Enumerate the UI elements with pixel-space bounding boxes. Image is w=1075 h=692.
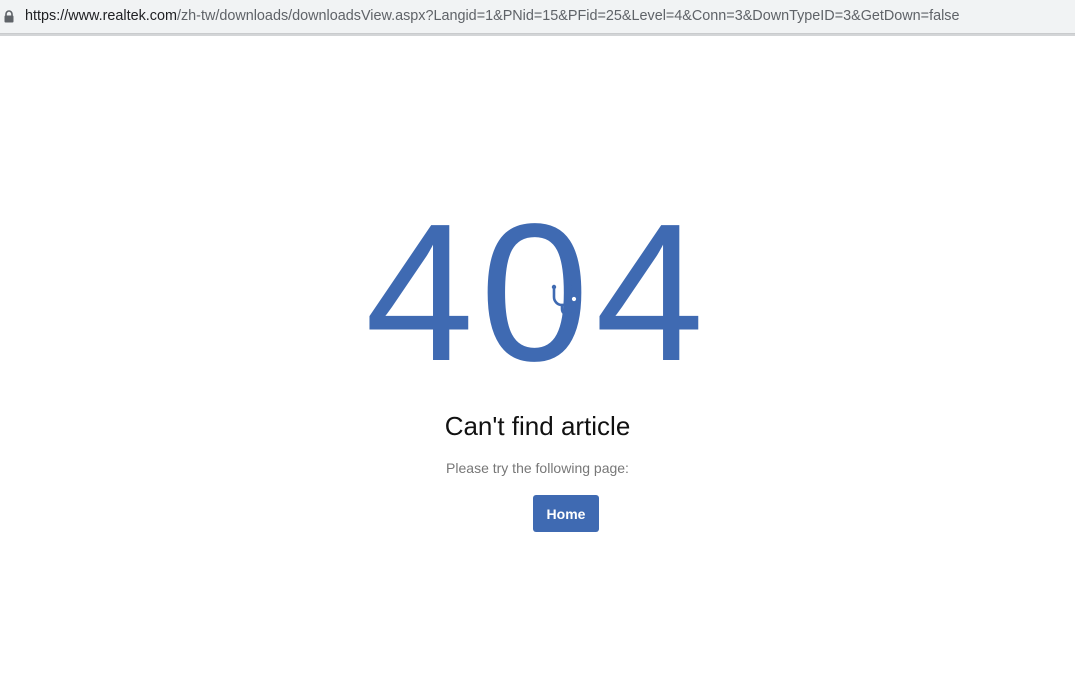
error-digit-1: 4	[364, 183, 480, 402]
page-content: 404 Can't find article Please try the fo…	[0, 36, 1075, 692]
url-path: /zh-tw/downloads/downloadsView.aspx?Lang…	[176, 8, 960, 24]
error-code: 404	[0, 183, 1075, 402]
home-button[interactable]: Home	[533, 495, 599, 532]
stethoscope-icon	[551, 284, 579, 317]
error-digit-3: 4	[595, 183, 711, 402]
lock-icon[interactable]	[4, 10, 14, 23]
url-host: https://www.realtek.com	[25, 8, 177, 24]
address-bar[interactable]: https://www.realtek.com/zh-tw/downloads/…	[0, 0, 1075, 34]
error-subtitle: Please try the following page:	[446, 460, 629, 476]
url-text[interactable]: https://www.realtek.com/zh-tw/downloads/…	[25, 8, 960, 24]
error-title: Can't find article	[444, 411, 631, 441]
